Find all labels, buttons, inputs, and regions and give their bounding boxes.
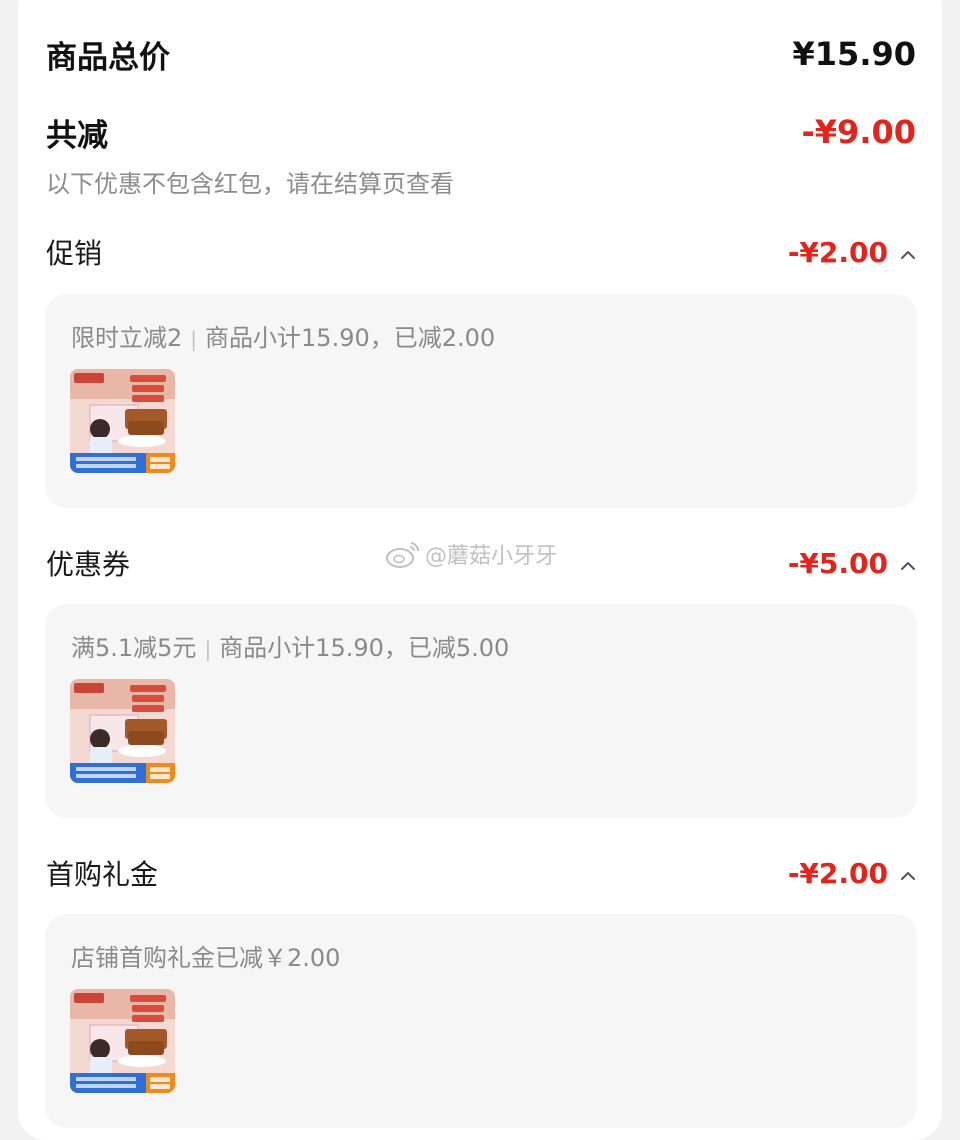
total-reduction-value: -¥9.00 <box>801 113 917 151</box>
section-detail-first-purchase: 店铺首购礼金已减￥2.00 <box>71 938 340 973</box>
total-reduction-label: 共减 <box>46 117 108 154</box>
section-amount-coupon: -¥5.00 <box>787 546 888 580</box>
section-amount-first-purchase: -¥2.00 <box>787 856 888 890</box>
section-header-promotion[interactable]: 促销 -¥2.00 <box>46 232 916 272</box>
product-thumbnail[interactable] <box>70 369 175 473</box>
chevron-up-icon[interactable] <box>900 247 916 263</box>
chevron-up-icon[interactable] <box>900 558 916 574</box>
chevron-up-icon[interactable] <box>900 868 916 884</box>
total-price-label: 商品总价 <box>46 39 170 76</box>
product-thumbnail[interactable] <box>70 989 175 1093</box>
section-header-first-purchase[interactable]: 首购礼金 -¥2.00 <box>46 853 916 893</box>
detail-main: 限时立减2 <box>71 324 183 352</box>
section-detail-coupon: 满5.1减5元 | 商品小计15.90，已减5.00 <box>71 628 509 663</box>
total-price-value: ¥15.90 <box>792 35 916 73</box>
detail-main: 店铺首购礼金已减￥2.00 <box>71 944 341 972</box>
section-header-coupon[interactable]: 优惠券 -¥5.00 <box>46 543 916 583</box>
total-price-row: 商品总价 ¥15.90 <box>46 30 916 78</box>
section-amount-group: -¥2.00 <box>788 236 916 269</box>
section-amount-group: -¥2.00 <box>788 857 916 890</box>
detail-main: 满5.1减5元 <box>71 634 197 662</box>
section-title-first-purchase: 首购礼金 <box>46 858 159 891</box>
section-panel-promotion: 限时立减2 | 商品小计15.90，已减2.00 <box>45 294 917 508</box>
divider: | <box>204 637 212 661</box>
section-panel-coupon: 满5.1减5元 | 商品小计15.90，已减5.00 <box>45 604 917 818</box>
section-amount-promotion: -¥2.00 <box>787 235 888 269</box>
product-thumbnail[interactable] <box>70 679 175 783</box>
detail-sub: 商品小计15.90，已减5.00 <box>219 634 510 662</box>
total-reduction-row: 共减 -¥9.00 <box>46 108 916 156</box>
section-amount-group: -¥5.00 <box>788 547 916 580</box>
section-title-coupon: 优惠券 <box>46 548 131 581</box>
section-detail-promotion: 限时立减2 | 商品小计15.90，已减2.00 <box>71 318 495 353</box>
section-panel-first-purchase: 店铺首购礼金已减￥2.00 <box>45 914 917 1128</box>
divider: | <box>190 327 198 351</box>
detail-sub: 商品小计15.90，已减2.00 <box>205 324 496 352</box>
discount-note: 以下优惠不包含红包，请在结算页查看 <box>46 170 454 198</box>
section-title-promotion: 促销 <box>46 237 103 270</box>
